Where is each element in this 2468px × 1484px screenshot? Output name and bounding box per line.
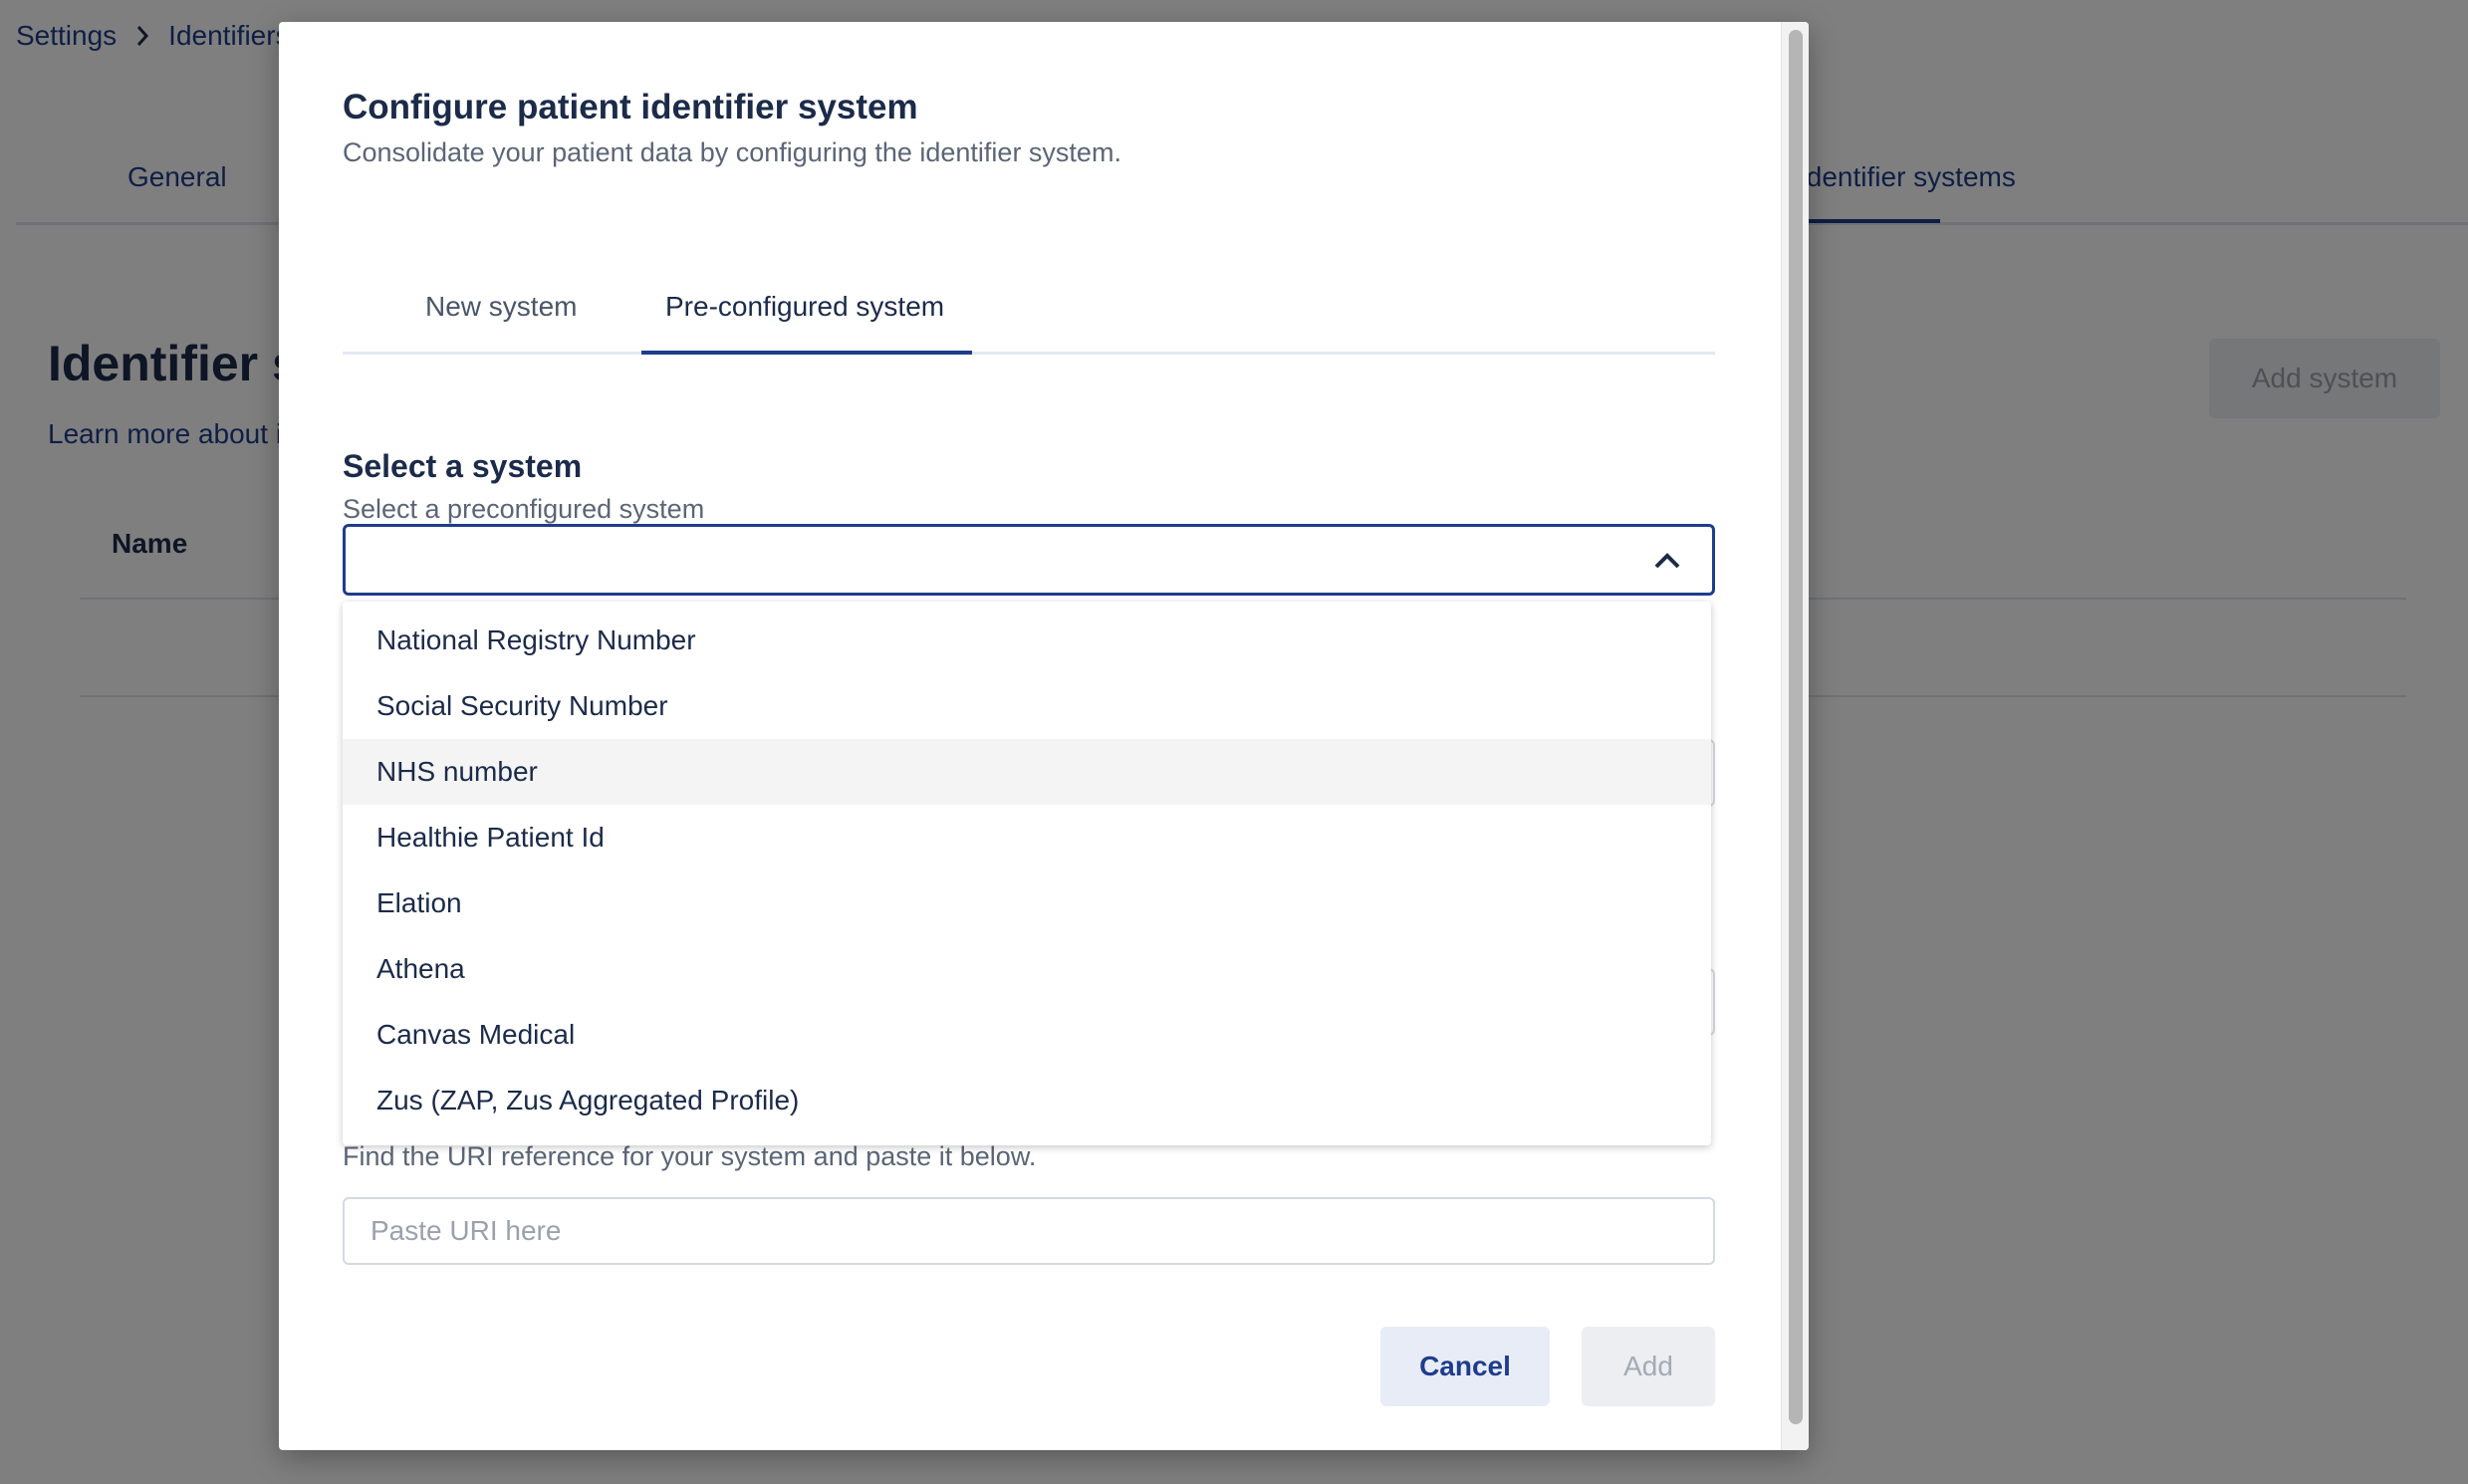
tab-preconfigured-system-label: Pre-configured system: [665, 291, 945, 322]
dropdown-option[interactable]: Social Security Number: [343, 673, 1711, 739]
chevron-up-icon: [1652, 549, 1682, 573]
select-system-help: Select a preconfigured system: [343, 494, 705, 524]
active-tab-indicator: [641, 351, 972, 355]
system-dropdown-menu: National Registry Number Social Security…: [343, 602, 1711, 1145]
dropdown-option[interactable]: Zus (ZAP, Zus Aggregated Profile): [343, 1068, 1711, 1133]
system-select[interactable]: [343, 524, 1715, 596]
dropdown-option[interactable]: Athena: [343, 936, 1711, 1002]
uri-help-text: Find the URI reference for your system a…: [343, 1141, 1037, 1171]
uri-input[interactable]: [343, 1197, 1715, 1265]
scrollbar-thumb[interactable]: [1789, 30, 1803, 1424]
dropdown-option[interactable]: Healthie Patient Id: [343, 805, 1711, 870]
cancel-button[interactable]: Cancel: [1380, 1327, 1550, 1406]
add-button[interactable]: Add: [1582, 1327, 1715, 1406]
modal-title: Configure patient identifier system: [343, 88, 918, 126]
tab-new-system[interactable]: New system: [425, 291, 577, 323]
dropdown-option[interactable]: Elation: [343, 870, 1711, 936]
dropdown-option[interactable]: Canvas Medical: [343, 1002, 1711, 1068]
dropdown-option[interactable]: NHS number: [343, 739, 1711, 805]
modal-tabs: New system Pre-configured system: [343, 261, 1715, 355]
configure-identifier-modal: Configure patient identifier system Cons…: [279, 22, 1809, 1450]
tab-preconfigured-system[interactable]: Pre-configured system: [641, 291, 972, 355]
dropdown-option[interactable]: National Registry Number: [343, 608, 1711, 673]
select-system-label: Select a system: [343, 448, 583, 484]
modal-subtitle: Consolidate your patient data by configu…: [343, 137, 1121, 167]
modal-scrollbar[interactable]: [1781, 22, 1809, 1450]
